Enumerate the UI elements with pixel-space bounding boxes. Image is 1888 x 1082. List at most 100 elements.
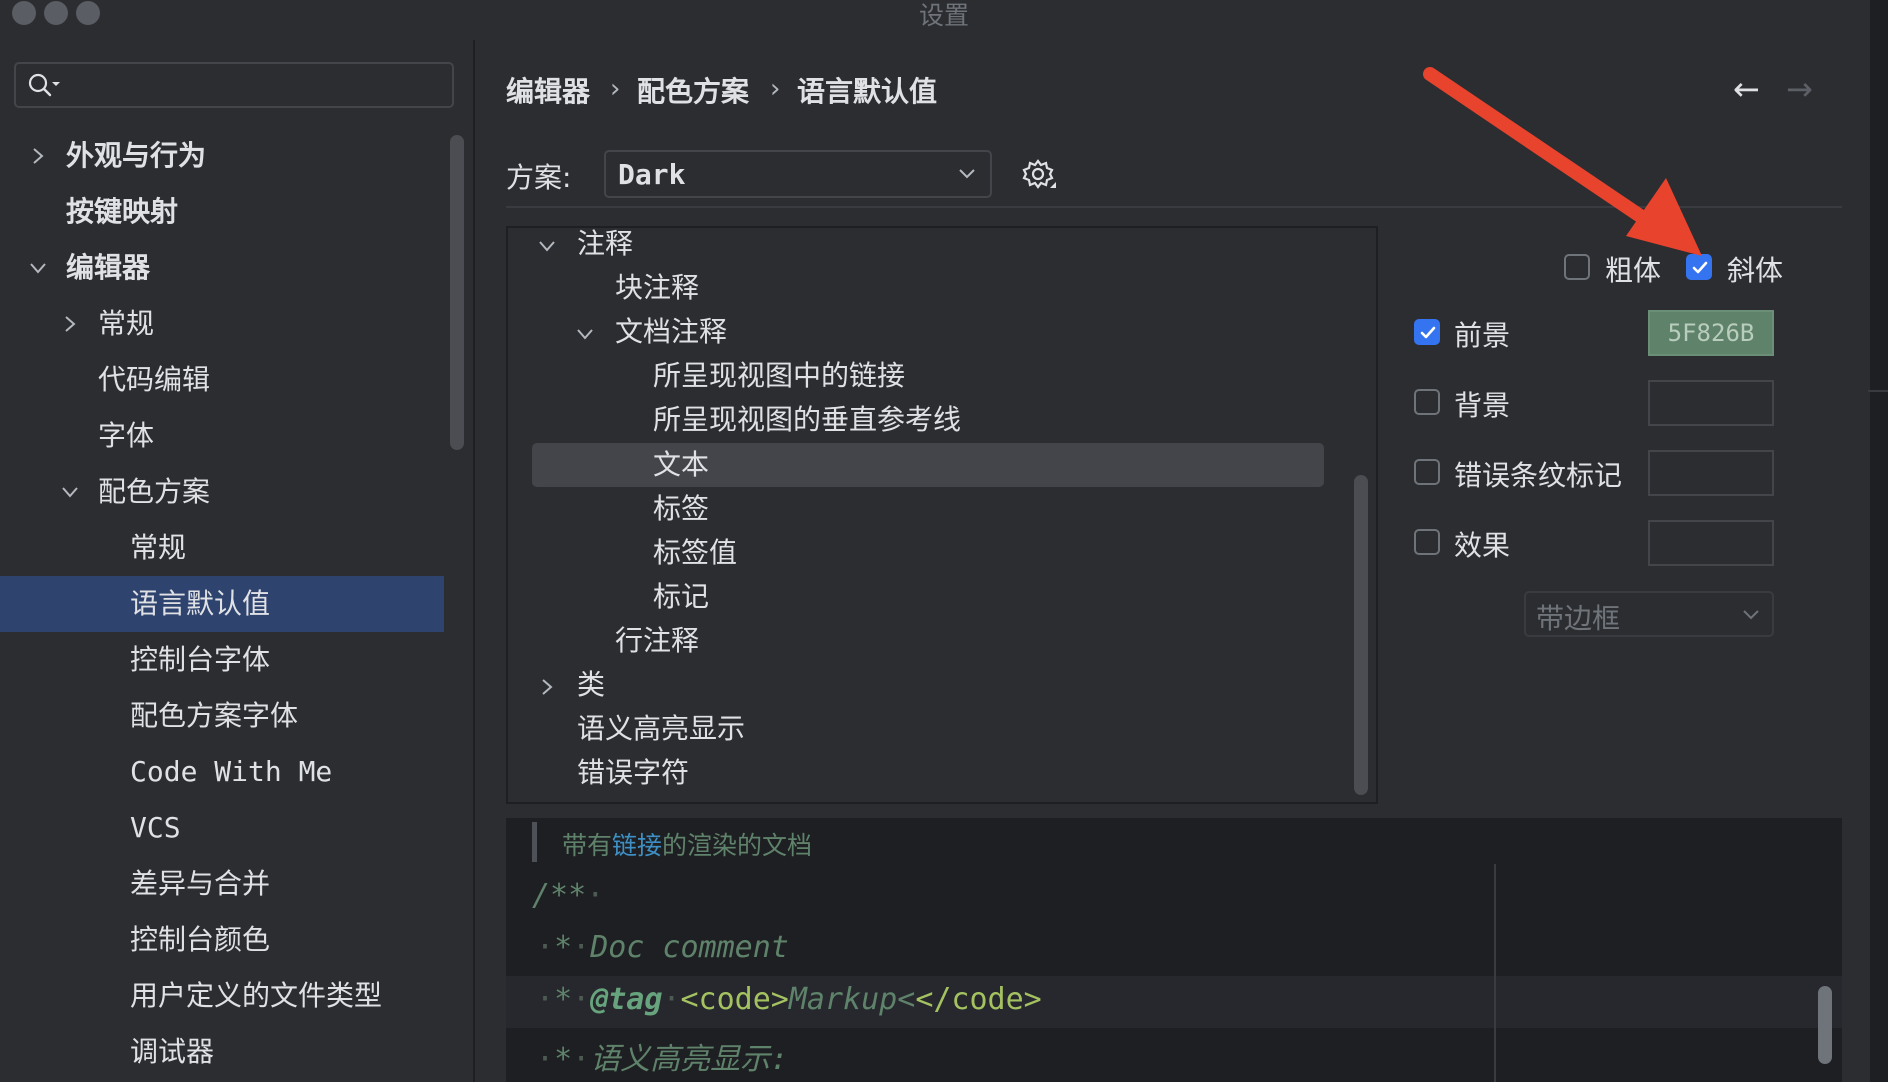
tree-item-bad-character[interactable]: 错误字符 (577, 751, 689, 795)
sidebar-item-vcs[interactable]: VCS (130, 800, 181, 856)
chevron-right-icon (542, 679, 553, 695)
sidebar-item-label: 按键映射 (66, 195, 179, 228)
tree-item-label: 所呈现视图的垂直参考线 (653, 403, 962, 436)
tree-item-label: 错误字符 (577, 756, 690, 789)
search-input[interactable] (76, 70, 440, 102)
tree-item-label: 标记 (653, 580, 710, 613)
sidebar-item-label: 代码编辑 (98, 363, 211, 396)
sidebar-scrollbar[interactable] (450, 135, 464, 450)
chevron-down-icon (577, 329, 593, 340)
chevron-right-icon (33, 148, 44, 164)
sidebar-item-scheme-font[interactable]: 配色方案字体 (130, 688, 298, 744)
sidebar-item-diff-merge[interactable]: 差异与合并 (130, 856, 270, 912)
sidebar-item-code-with-me[interactable]: Code With Me (130, 744, 332, 800)
code-token: Doc comment (590, 930, 789, 965)
tree-item-label: 标签 (653, 492, 710, 525)
tree-item-tag-value[interactable]: 标签值 (653, 531, 737, 575)
rendered-doc-text: 带有链接的渲染的文档 (562, 826, 812, 862)
effects-label: 效果 (1454, 529, 1511, 562)
breadcrumb-editor[interactable]: 编辑器 (506, 70, 590, 110)
tree-item-text[interactable]: 文本 (653, 443, 709, 487)
tree-item-label: 文档注释 (615, 315, 728, 348)
sidebar-item-label: 编辑器 (66, 251, 151, 284)
tree-item-classes[interactable]: 类 (542, 663, 605, 707)
effects-checkbox[interactable] (1414, 529, 1440, 555)
sidebar-item-appearance[interactable]: 外观与行为 (33, 128, 206, 184)
whitespace-dot: · (572, 982, 591, 1017)
gear-icon[interactable] (1022, 158, 1058, 194)
sidebar-item-label: 字体 (98, 419, 155, 452)
annotation-arrow-icon (1423, 67, 1702, 256)
tree-item-comments[interactable]: 注释 (539, 222, 634, 266)
error-stripe-color-swatch[interactable] (1648, 450, 1774, 496)
sidebar-item-label: 差异与合并 (130, 867, 271, 900)
sidebar-item-editor[interactable]: 编辑器 (30, 240, 151, 296)
code-token: Markup< (788, 982, 916, 1017)
background-color-swatch[interactable] (1648, 380, 1774, 426)
sidebar-item-general[interactable]: 常规 (65, 296, 155, 352)
sidebar-item-language-defaults[interactable]: 语言默认值 (130, 576, 270, 632)
tree-item-line-comment[interactable]: 行注释 (615, 619, 699, 663)
tree-item-rendered-links[interactable]: 所呈现视图中的链接 (653, 354, 905, 398)
preview-scrollbar[interactable] (1818, 986, 1832, 1064)
sidebar-item-label: 常规 (98, 307, 155, 340)
sidebar-item-font[interactable]: 字体 (98, 408, 154, 464)
chevron-down-icon (1743, 610, 1759, 620)
tree-item-rendered-guides[interactable]: 所呈现视图的垂直参考线 (653, 398, 961, 442)
tree-item-markup[interactable]: 标记 (653, 575, 709, 619)
whitespace-dot: · (586, 878, 605, 913)
code-line: ·*·Doc comment (536, 930, 789, 965)
scheme-value: Dark (618, 158, 686, 191)
scheme-dropdown[interactable]: Dark (604, 150, 992, 198)
background-checkbox[interactable] (1414, 389, 1440, 415)
sidebar-item-label: 控制台颜色 (130, 923, 271, 956)
tree-item-block-comment[interactable]: 块注释 (615, 266, 699, 310)
tree-selection-highlight (532, 443, 1324, 487)
whitespace-dot: · (572, 1042, 591, 1077)
tree-item-semantic-highlighting[interactable]: 语义高亮显示 (577, 707, 745, 751)
whitespace-dot: · (662, 982, 681, 1017)
rendered-doc-link[interactable]: 链接 (612, 831, 662, 860)
right-margin-guide (1494, 864, 1496, 1082)
settings-search-box[interactable] (14, 62, 454, 108)
foreground-checkbox[interactable] (1414, 319, 1440, 345)
error-stripe-label: 错误条纹标记 (1454, 459, 1623, 492)
background-label: 背景 (1454, 389, 1511, 422)
tree-item-label: 注释 (577, 227, 634, 260)
sidebar-item-keymap[interactable]: 按键映射 (66, 184, 178, 240)
code-token: * (554, 1042, 573, 1077)
sidebar-item-user-file-types[interactable]: 用户定义的文件类型 (130, 968, 382, 1024)
sidebar-item-scheme-general[interactable]: 常规 (130, 520, 186, 576)
chevron-down-icon (959, 169, 975, 179)
edge-divider (1868, 390, 1888, 392)
forward-arrow-icon[interactable]: → (1786, 70, 1813, 108)
sidebar-item-label: Code With Me (130, 755, 333, 788)
sidebar-item-label: 用户定义的文件类型 (130, 979, 383, 1012)
code-token: /** (532, 878, 587, 913)
effect-type-dropdown[interactable]: 带边框 (1524, 591, 1774, 637)
rendered-doc-text-part: 的渲染的文档 (662, 831, 813, 860)
scheme-label: 方案: (506, 161, 572, 194)
sidebar-item-label: 调试器 (130, 1035, 215, 1068)
code-token: * (554, 930, 573, 965)
sidebar-item-console-colors[interactable]: 控制台颜色 (130, 912, 270, 968)
sidebar-item-color-scheme[interactable]: 配色方案 (62, 464, 210, 520)
sidebar-item-label: 配色方案字体 (130, 699, 299, 732)
tree-item-tag[interactable]: 标签 (653, 487, 709, 531)
chevron-down-icon (30, 263, 46, 274)
foreground-color-swatch[interactable]: 5F826B (1648, 310, 1774, 356)
breadcrumb-color-scheme[interactable]: 配色方案 (637, 70, 749, 110)
effects-color-swatch[interactable] (1648, 520, 1774, 566)
error-stripe-checkbox[interactable] (1414, 459, 1440, 485)
chevron-down-icon (62, 487, 78, 498)
sidebar-item-code-editing[interactable]: 代码编辑 (98, 352, 210, 408)
sidebar-item-console-font[interactable]: 控制台字体 (130, 632, 270, 688)
code-line: ·*·语义高亮显示: (536, 1034, 788, 1078)
tree-scrollbar[interactable] (1354, 475, 1368, 795)
sidebar-item-debugger[interactable]: 调试器 (130, 1024, 214, 1080)
breadcrumb-language-defaults: 语言默认值 (797, 75, 938, 108)
tree-item-label: 所呈现视图中的链接 (653, 359, 906, 392)
tree-item-doc-comment[interactable]: 文档注释 (577, 310, 728, 354)
code-html-token: </code> (915, 982, 1042, 1017)
tree-item-label: 块注释 (615, 271, 700, 304)
